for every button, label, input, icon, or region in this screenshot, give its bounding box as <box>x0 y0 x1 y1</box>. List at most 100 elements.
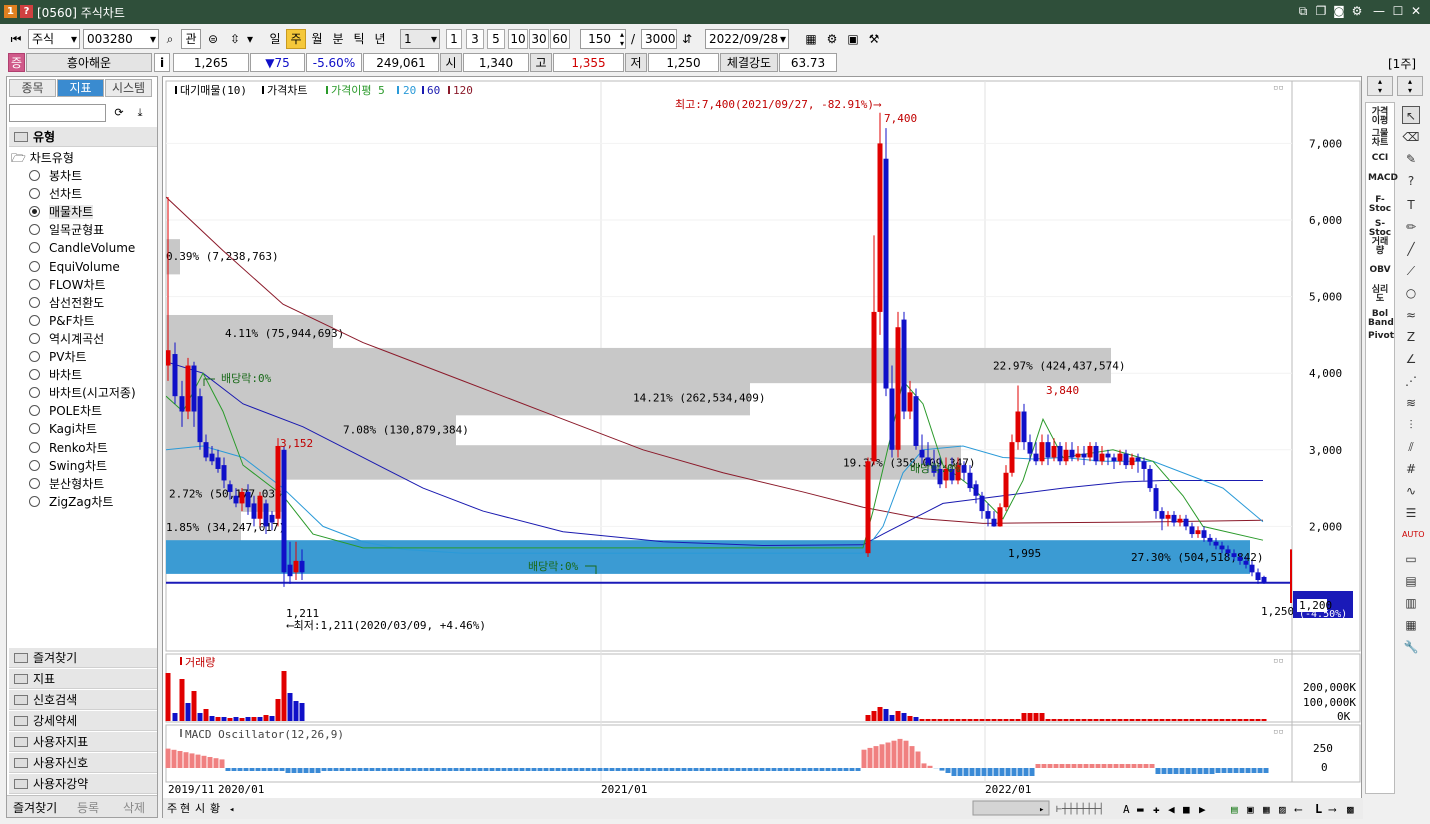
unit-select[interactable]: 1 ▾ <box>400 29 440 49</box>
grid-icon[interactable]: ▦ <box>1402 616 1420 634</box>
chart-type-item[interactable]: CandleVolume <box>29 239 135 257</box>
legend-ma5[interactable]: 가격이평 5 <box>331 84 385 97</box>
app-badge-1[interactable]: 1 <box>4 5 17 18</box>
scroll-up-down-icon[interactable]: ▴ ▾ <box>1367 76 1393 96</box>
trendline-icon[interactable]: ╱ <box>1402 240 1420 258</box>
period-week[interactable]: 주 <box>286 29 306 49</box>
scroll-right-icon[interactable]: ▸ <box>1039 805 1044 815</box>
unit-3-button[interactable]: 3 <box>466 29 484 49</box>
bottom-tab[interactable]: 현 <box>180 802 190 815</box>
scroll-up-down-icon[interactable]: ▴ ▾ <box>1397 76 1423 96</box>
chart-svg[interactable]: 0.39% (7,238,763) 4.11% (75,944,693) 22.97… <box>163 77 1363 819</box>
unit-30-button[interactable]: 30 <box>529 29 549 49</box>
chart-type-item[interactable]: FLOW차트 <box>29 276 106 294</box>
period-minute[interactable]: 분 <box>328 29 348 49</box>
radio-button[interactable] <box>29 278 40 290</box>
radio-button[interactable] <box>29 441 40 453</box>
download-icon[interactable]: ⤓ <box>131 104 149 122</box>
period-year[interactable]: 년 <box>370 29 390 49</box>
date-input[interactable]: 2022/09/28 ▾ <box>705 29 789 49</box>
refresh-icon[interactable]: ⊜ <box>204 29 222 49</box>
fan-icon[interactable]: ⋰ <box>1402 372 1420 390</box>
chart-type-item[interactable]: 삼선전환도 <box>29 294 104 312</box>
settings-icon[interactable]: ▩ <box>1347 803 1354 816</box>
radio-button[interactable] <box>29 423 40 435</box>
maximize-button[interactable]: ☐ <box>1390 3 1406 19</box>
indicator-item[interactable]: CCI <box>1368 154 1392 163</box>
chart-type-item[interactable]: Kagi차트 <box>29 420 97 438</box>
stop-icon[interactable]: ■ <box>1183 803 1190 816</box>
period-tick[interactable]: 틱 <box>349 29 369 49</box>
folder-item[interactable]: 사용자강약 <box>9 774 157 794</box>
zoom-slider-icon[interactable]: ⊢┼┼┼┼┼┼┤ <box>1056 802 1104 815</box>
bottom-tab[interactable]: 시 <box>195 802 205 815</box>
next-icon[interactable]: ▶ <box>1199 803 1206 816</box>
chart-type-item[interactable]: POLE차트 <box>29 402 102 420</box>
doc-icon[interactable]: ▤ <box>1402 572 1420 590</box>
first-icon[interactable]: ⏮ <box>6 29 26 49</box>
save-icon[interactable]: ▣ <box>844 29 862 49</box>
chart-type-item[interactable]: EquiVolume <box>29 258 120 276</box>
legend-ma20[interactable]: 20 <box>403 84 416 97</box>
camera-icon[interactable]: ◙ <box>1331 3 1347 19</box>
indicator-item[interactable]: OBV <box>1368 266 1392 275</box>
chart-area[interactable]: 0.39% (7,238,763) 4.11% (75,944,693) 22.97… <box>162 76 1363 819</box>
save-icon[interactable]: ▣ <box>1247 803 1254 816</box>
tab-stocks[interactable]: 종목 <box>9 79 56 97</box>
folder-item[interactable]: 신호검색 <box>9 690 157 710</box>
panel-max-icon[interactable]: ▫▫ <box>1273 656 1284 666</box>
folder-item[interactable]: 사용자지표 <box>9 732 157 752</box>
total-input[interactable]: 3000 <box>641 29 677 49</box>
indicator-item[interactable]: F-Stoc <box>1368 196 1392 214</box>
radio-button[interactable] <box>29 369 40 381</box>
chart-type-item[interactable]: 선차트 <box>29 185 82 203</box>
delete-button[interactable]: 삭제 <box>123 799 145 816</box>
folder-item[interactable]: 즐겨찾기 <box>9 648 157 668</box>
unit-1-button[interactable]: 1 <box>446 29 462 49</box>
tab-system[interactable]: 시스템 <box>105 79 152 97</box>
radio-button[interactable] <box>29 314 40 326</box>
info-icon[interactable]: i <box>154 53 170 72</box>
favorites-tab[interactable]: 즐겨찾기 <box>13 799 57 816</box>
chart-type-group[interactable]: 🗁 차트유형 <box>11 149 74 167</box>
radio-button[interactable] <box>29 495 40 507</box>
link-icon[interactable]: ⧉ <box>1295 3 1311 19</box>
cursor-icon[interactable]: ↖ <box>1402 106 1420 124</box>
chart-type-item[interactable]: 바차트(시고저종) <box>29 384 136 402</box>
indicator-item[interactable]: MACD <box>1368 174 1398 183</box>
radio-button[interactable] <box>29 296 40 308</box>
chart-type-item[interactable]: 역시계곡선 <box>29 330 104 348</box>
text-icon[interactable]: T <box>1402 196 1420 214</box>
refresh-icon[interactable]: ⟳ <box>110 104 128 122</box>
legend-price[interactable]: 가격차트 <box>267 84 307 97</box>
search-icon[interactable]: ⌕ <box>161 29 179 49</box>
circle-icon[interactable]: ○ <box>1402 284 1420 302</box>
period-day[interactable]: 일 <box>265 29 285 49</box>
cycle-icon[interactable]: # <box>1402 460 1420 478</box>
gwan-button[interactable]: 관 <box>181 29 201 49</box>
updown-icon[interactable]: ⇳ <box>226 29 244 49</box>
wave-icon[interactable]: ≈ <box>1402 306 1420 324</box>
wrench-icon[interactable]: 🔧 <box>1402 638 1420 656</box>
ruler-icon[interactable]: ⟋ <box>1402 262 1420 280</box>
bar-chart-icon[interactable]: ▥ <box>1402 594 1420 612</box>
folder-item[interactable]: 지표 <box>9 669 157 689</box>
step-icon[interactable]: ⇵ <box>678 29 696 49</box>
tools-icon[interactable]: ⚒ <box>865 29 883 49</box>
filter-input[interactable] <box>9 104 106 122</box>
zigzag-icon[interactable]: Z <box>1402 328 1420 346</box>
minimize-button[interactable]: — <box>1371 3 1387 19</box>
chart-type-item[interactable]: 분산형차트 <box>29 475 104 493</box>
radio-button[interactable] <box>29 242 40 254</box>
eraser-icon[interactable]: ⌫ <box>1402 128 1420 146</box>
chart-type-item[interactable]: Renko차트 <box>29 439 108 457</box>
chart-settings-icon[interactable]: ▦ <box>802 29 820 49</box>
count-input[interactable]: 150 ▴ ▾ <box>580 29 626 49</box>
chart-type-item[interactable]: 바차트 <box>29 366 82 384</box>
help-icon[interactable]: ? <box>1402 172 1420 190</box>
radio-button[interactable] <box>29 188 40 200</box>
speed-line-icon[interactable]: ⫽ <box>1402 438 1420 456</box>
zoom-in-icon[interactable]: ✚ <box>1153 803 1160 816</box>
register-button[interactable]: 등록 <box>77 799 99 816</box>
excel-icon[interactable]: ▤ <box>1231 803 1238 816</box>
